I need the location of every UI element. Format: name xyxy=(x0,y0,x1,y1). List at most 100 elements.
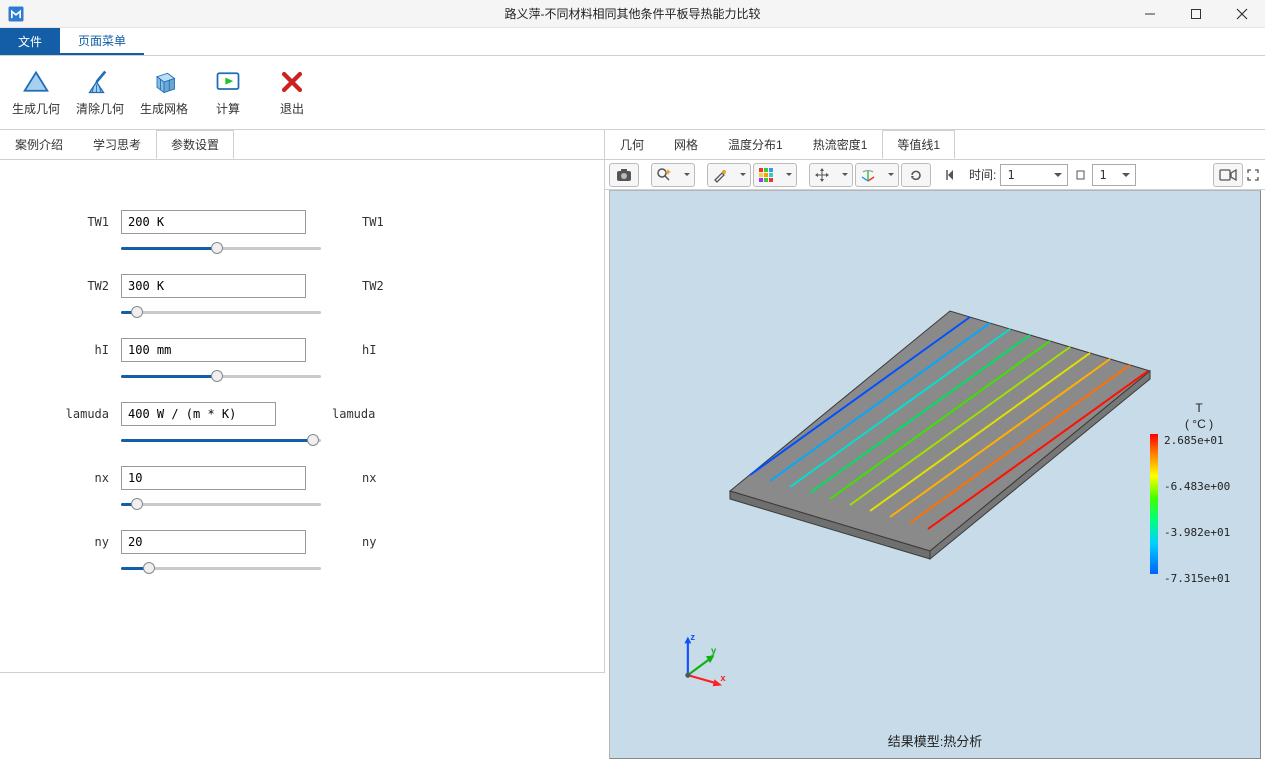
tab-param-set[interactable]: 参数设置 xyxy=(156,130,234,159)
param-right-label: hI xyxy=(312,343,432,357)
time-select[interactable]: 1 xyxy=(1000,164,1068,186)
broom-icon xyxy=(86,68,114,96)
gen-mesh-button[interactable]: 生成网格 xyxy=(136,60,192,125)
slider-hi[interactable] xyxy=(121,368,321,384)
frame-select[interactable]: 1 xyxy=(1092,164,1136,186)
cb-tick: -7.315e+01 xyxy=(1164,572,1254,585)
play-icon xyxy=(214,68,242,96)
param-right-label: nx xyxy=(312,471,432,485)
time-select-value: 1 xyxy=(1007,168,1014,182)
video-icon xyxy=(1219,168,1237,182)
compute-button[interactable]: 计算 xyxy=(200,60,256,125)
result-title: 结果模型:热分析 xyxy=(610,731,1260,750)
plate-model xyxy=(650,231,1190,601)
colorbar-gradient xyxy=(1150,434,1158,574)
tab-geometry[interactable]: 几何 xyxy=(605,130,659,159)
reset-view-button[interactable] xyxy=(901,163,931,187)
time-step-back-button[interactable] xyxy=(943,163,959,187)
colorbar-ticks: 2.685e+01 -6.483e+00 -3.982e+01 -7.315e+… xyxy=(1164,434,1254,585)
window-close-button[interactable] xyxy=(1219,0,1265,28)
ribbon-tabs: 文件 页面菜单 xyxy=(0,28,1265,56)
reset-rotate-icon xyxy=(908,167,924,183)
fullscreen-icon xyxy=(1247,169,1259,181)
window-minimize-button[interactable] xyxy=(1127,0,1173,28)
param-left-label: TW2 xyxy=(30,279,115,293)
gen-geometry-button[interactable]: 生成几何 xyxy=(8,60,64,125)
frame-select-value: 1 xyxy=(1099,168,1106,182)
param-input-tw1[interactable] xyxy=(121,210,306,234)
brush-button[interactable] xyxy=(707,163,751,187)
snapshot-button[interactable] xyxy=(609,163,639,187)
3d-viewport[interactable]: z x y T ( °C ) 2.685e+01 -6.483e+00 xyxy=(609,190,1261,759)
param-row-tw2: TW2 TW2 xyxy=(30,274,574,298)
exit-button[interactable]: 退出 xyxy=(264,60,320,125)
slider-ny[interactable] xyxy=(121,560,321,576)
param-input-hi[interactable] xyxy=(121,338,306,362)
zoom-button[interactable] xyxy=(651,163,695,187)
colormap-button[interactable] xyxy=(753,163,797,187)
cb-tick: 2.685e+01 xyxy=(1164,434,1254,480)
geometry-icon xyxy=(22,68,50,96)
param-input-nx[interactable] xyxy=(121,466,306,490)
param-panel: TW1 TW1 TW2 TW2 hI hI lamuda lamuda nx xyxy=(0,160,605,673)
param-row-lamuda: lamuda lamuda xyxy=(30,402,574,426)
window-title: 路义萍-不同材料相同其他条件平板导热能力比较 xyxy=(0,0,1265,27)
slider-lamuda[interactable] xyxy=(121,432,321,448)
orbit-button[interactable] xyxy=(855,163,899,187)
svg-text:y: y xyxy=(711,645,717,656)
tab-temp-dist[interactable]: 温度分布1 xyxy=(713,130,798,159)
slider-nx[interactable] xyxy=(121,496,321,512)
fullscreen-button[interactable] xyxy=(1245,163,1261,187)
ribbon-tab-file[interactable]: 文件 xyxy=(0,28,60,55)
app-icon xyxy=(6,4,26,24)
move-arrows-icon xyxy=(814,167,830,183)
rubik-icon xyxy=(758,167,774,183)
tab-study-think[interactable]: 学习思考 xyxy=(78,130,156,159)
param-left-label: nx xyxy=(30,471,115,485)
colorbar-unit: ( °C ) xyxy=(1185,417,1213,431)
slider-tw1[interactable] xyxy=(121,240,321,256)
axes-gizmo: z x y xyxy=(675,628,735,688)
param-row-nx: nx nx xyxy=(30,466,574,490)
time-label: 时间: xyxy=(969,166,996,183)
clear-geometry-label: 清除几何 xyxy=(76,100,124,117)
mesh-cube-icon xyxy=(150,68,178,96)
exit-label: 退出 xyxy=(280,100,304,117)
gen-mesh-label: 生成网格 xyxy=(140,100,188,117)
param-row-tw1: TW1 TW1 xyxy=(30,210,574,234)
tab-case-intro[interactable]: 案例介绍 xyxy=(0,130,78,159)
param-left-label: lamuda xyxy=(30,407,115,421)
param-right-label: ny xyxy=(312,535,432,549)
param-input-ny[interactable] xyxy=(121,530,306,554)
camera-icon xyxy=(616,168,632,182)
param-right-label: TW1 xyxy=(312,215,432,229)
tab-heat-flux[interactable]: 热流密度1 xyxy=(798,130,883,159)
tab-mesh[interactable]: 网格 xyxy=(659,130,713,159)
param-input-tw2[interactable] xyxy=(121,274,306,298)
record-button[interactable] xyxy=(1213,163,1243,187)
cb-tick: -3.982e+01 xyxy=(1164,526,1254,572)
param-left-label: ny xyxy=(30,535,115,549)
clear-geometry-button[interactable]: 清除几何 xyxy=(72,60,128,125)
param-right-label: lamuda xyxy=(282,407,402,421)
ribbon-tab-page-menu[interactable]: 页面菜单 xyxy=(60,28,144,55)
slider-tw2[interactable] xyxy=(121,304,321,320)
pan-button[interactable] xyxy=(809,163,853,187)
param-left-label: hI xyxy=(30,343,115,357)
viewer-panel: 时间: 1 1 xyxy=(605,160,1265,763)
svg-text:z: z xyxy=(690,631,695,642)
viewer-toolbar: 时间: 1 1 xyxy=(605,160,1265,190)
brush-icon xyxy=(712,167,728,183)
right-subtabs: 几何 网格 温度分布1 热流密度1 等值线1 xyxy=(605,130,1265,160)
left-subtabs: 案例介绍 学习思考 参数设置 xyxy=(0,130,605,160)
frame-step-button[interactable] xyxy=(1074,163,1090,187)
zoom-spark-icon xyxy=(656,167,672,183)
param-right-label: TW2 xyxy=(312,279,432,293)
compute-label: 计算 xyxy=(216,100,240,117)
tab-contour[interactable]: 等值线1 xyxy=(882,130,955,159)
titlebar: 路义萍-不同材料相同其他条件平板导热能力比较 xyxy=(0,0,1265,28)
colorbar: T ( °C ) 2.685e+01 -6.483e+00 -3.982e+01… xyxy=(1144,401,1254,585)
param-input-lamuda[interactable] xyxy=(121,402,276,426)
window-maximize-button[interactable] xyxy=(1173,0,1219,28)
param-left-label: TW1 xyxy=(30,215,115,229)
